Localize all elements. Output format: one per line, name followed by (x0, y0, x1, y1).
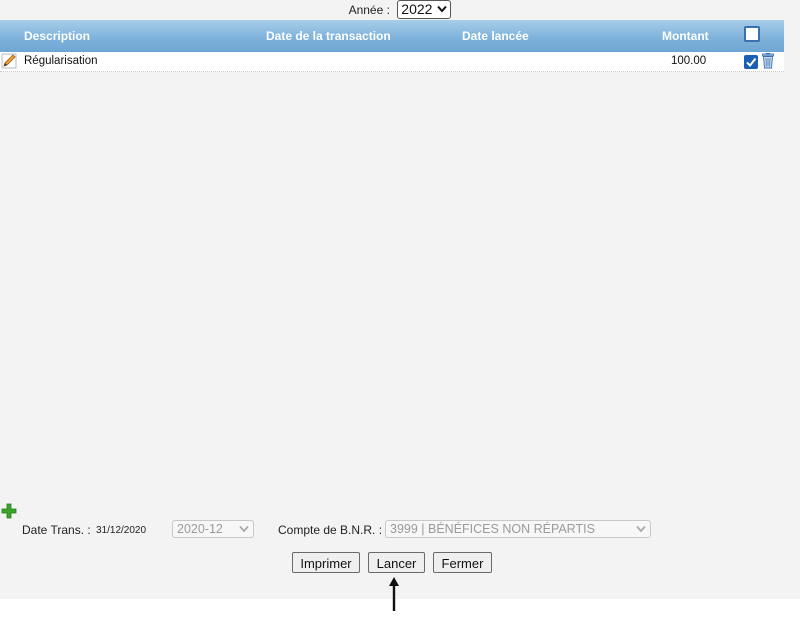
account-select[interactable]: 3999 | BÉNÉFICES NON RÉPARTIS (385, 520, 651, 538)
print-button[interactable]: Imprimer (292, 552, 360, 573)
launch-button[interactable]: Lancer (368, 552, 425, 573)
chevron-down-icon (437, 5, 448, 13)
year-label: Année : (348, 3, 390, 17)
date-trans-label: Date Trans. : (22, 523, 91, 537)
year-select-value: 2022 (401, 1, 433, 17)
account-select-value: 3999 | BÉNÉFICES NON RÉPARTIS (390, 522, 595, 536)
year-select[interactable]: 2022 (397, 0, 452, 19)
select-all-checkbox[interactable] (744, 26, 760, 42)
main-panel: Année : 2022 Description Date de la tran… (0, 0, 800, 599)
date-trans-value: 31/12/2020 (96, 525, 147, 536)
chevron-down-icon (239, 525, 249, 533)
col-amount[interactable]: Montant (662, 29, 709, 43)
account-label: Compte de B.N.R. : (278, 523, 383, 537)
period-select-value: 2020-12 (177, 522, 223, 536)
launch-options: Date Trans. : 31/12/2020 2020-12 Compte … (0, 518, 800, 542)
trash-icon[interactable] (761, 53, 775, 69)
col-transaction-date[interactable]: Date de la transaction (266, 29, 391, 43)
row-amount: 100.00 (671, 55, 707, 67)
arrow-up-icon (389, 577, 399, 611)
row-description: Régularisation (24, 55, 98, 67)
col-launched-date[interactable]: Date lancée (462, 29, 529, 43)
col-description[interactable]: Description (24, 29, 90, 43)
year-filter: Année : 2022 (0, 0, 800, 20)
row-checkbox[interactable] (744, 55, 758, 69)
period-select[interactable]: 2020-12 (172, 520, 254, 538)
table-row: Régularisation 100.00 (0, 52, 784, 72)
checkmark-icon (746, 57, 757, 68)
table-header: Description Date de la transaction Date … (0, 20, 784, 52)
close-button[interactable]: Fermer (433, 552, 492, 573)
edit-pencil-icon[interactable] (1, 53, 17, 69)
add-plus-icon[interactable] (1, 503, 17, 519)
chevron-down-icon (636, 525, 646, 533)
